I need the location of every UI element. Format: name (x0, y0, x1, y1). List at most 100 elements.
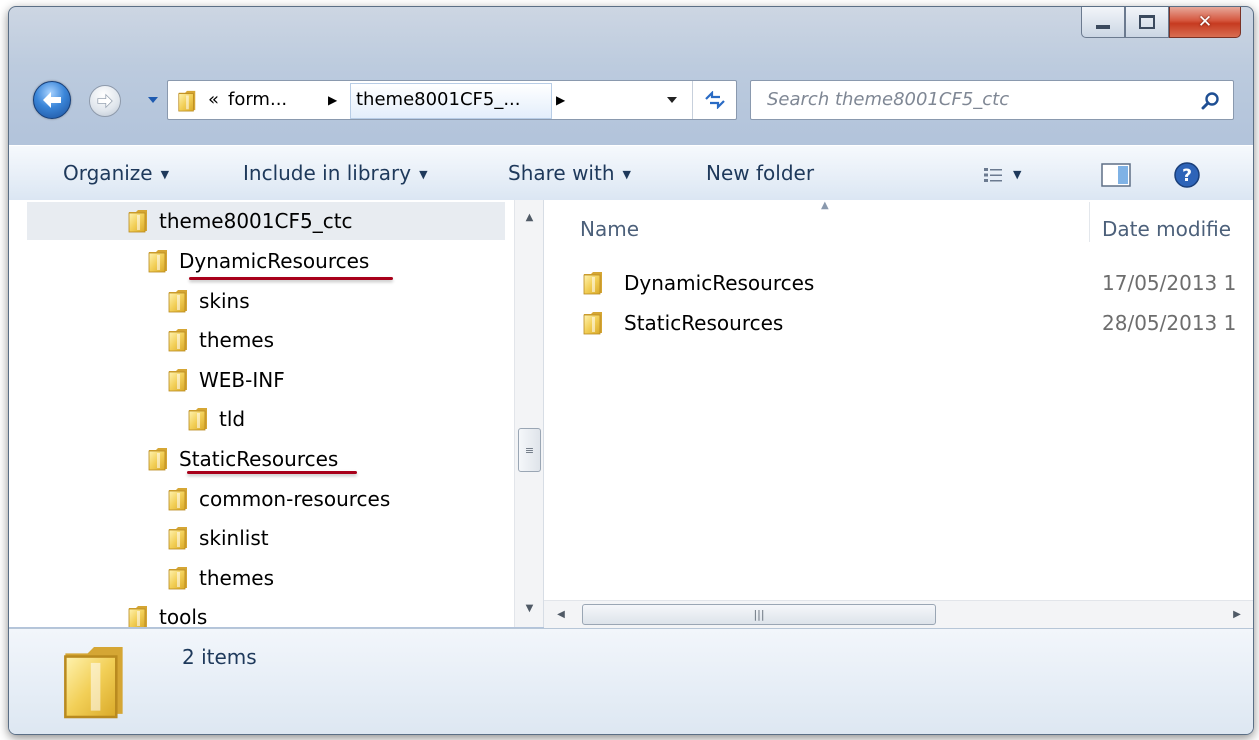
folder-icon (167, 566, 189, 590)
folder-icon (167, 289, 189, 313)
recent-pages-dropdown[interactable] (147, 95, 159, 105)
command-bar: Organize ▼ Include in library ▼ Share with… (9, 145, 1253, 201)
file-date: 17/05/2013 1 (1102, 271, 1237, 295)
back-arrow-icon (43, 92, 61, 108)
staticresources-underline (187, 471, 357, 474)
refresh-icon (705, 91, 725, 109)
scroll-thumb[interactable]: ≡ (518, 428, 541, 472)
scroll-down-icon[interactable]: ▼ (515, 595, 544, 621)
folder-icon (187, 407, 209, 431)
tree-item-dynamicresources[interactable]: DynamicResources (147, 242, 369, 280)
maximize-icon (1139, 15, 1155, 29)
search-box[interactable]: Search theme8001CF5_ctc (750, 80, 1234, 120)
forward-arrow-icon (97, 93, 113, 109)
tree-item-label: skins (199, 289, 250, 313)
minimize-button[interactable] (1081, 7, 1125, 38)
folder-icon (167, 487, 189, 511)
maximize-button[interactable] (1125, 7, 1169, 38)
tree-item-web-inf[interactable]: WEB-INF (167, 361, 285, 399)
tree-item-label: themes (199, 566, 275, 590)
breadcrumb-current[interactable]: theme8001CF5_... (356, 81, 521, 119)
explorer-window: ✕ « form... ▶ theme8001CF5_... ▶ Search … (8, 6, 1254, 735)
tree-item-label: common-resources (199, 487, 391, 511)
breadcrumb-arrow-icon[interactable]: ▶ (556, 81, 565, 119)
item-count: 2 items (182, 645, 257, 669)
caption-buttons: ✕ (1081, 7, 1241, 43)
folder-icon (167, 368, 189, 392)
tree-item-label: skinlist (199, 526, 269, 550)
folder-icon (176, 90, 198, 112)
main-content: theme8001CF5_ctc DynamicResources skins … (9, 200, 1253, 628)
folder-icon (147, 249, 169, 273)
navigation-pane: theme8001CF5_ctc DynamicResources skins … (9, 200, 514, 627)
organize-label: Organize (63, 161, 153, 185)
file-row[interactable]: DynamicResources 17/05/2013 1 (582, 263, 1253, 303)
details-view-icon (984, 167, 1002, 182)
file-name: DynamicResources (624, 271, 815, 295)
back-button[interactable] (33, 81, 71, 119)
include-in-library-button[interactable]: Include in library ▼ (243, 146, 428, 200)
address-dropdown-button[interactable] (654, 81, 690, 119)
tree-item-tld[interactable]: tld (187, 400, 245, 438)
folder-icon (147, 447, 169, 471)
tree-item-label: tld (219, 407, 246, 431)
dynamicresources-underline (189, 277, 393, 280)
folder-icon (127, 605, 149, 627)
navigation-scrollbar[interactable]: ▲ ≡ ▼ (514, 200, 544, 627)
preview-pane-button[interactable] (1101, 146, 1131, 200)
scroll-right-icon[interactable]: ▶ (1224, 601, 1250, 628)
tree-item-label: StaticResources (179, 447, 339, 471)
breadcrumb-arrow-icon[interactable]: ▶ (328, 81, 337, 119)
chevron-down-icon: ▼ (419, 168, 428, 181)
tree-item-label: DynamicResources (179, 249, 370, 273)
file-list-scrollbar[interactable]: ◀ ||| ▶ (544, 600, 1253, 628)
scroll-left-icon[interactable]: ◀ (548, 601, 574, 628)
help-button[interactable]: ? (1173, 146, 1201, 200)
close-button[interactable]: ✕ (1169, 7, 1241, 38)
tree-item-theme8001cf5-ctc[interactable]: theme8001CF5_ctc (127, 202, 353, 240)
search-icon[interactable] (1201, 91, 1221, 111)
folder-icon (127, 209, 149, 233)
tree-item-skins[interactable]: skins (167, 282, 250, 320)
folder-icon (582, 271, 604, 295)
large-folder-icon (59, 639, 129, 725)
folder-icon (167, 328, 189, 352)
address-bar[interactable]: « form... ▶ theme8001CF5_... ▶ (167, 80, 737, 120)
tree-item-common-resources[interactable]: common-resources (167, 480, 390, 518)
refresh-button[interactable] (692, 81, 737, 119)
tree-item-skinlist[interactable]: skinlist (167, 519, 269, 557)
chevron-down-icon (667, 97, 677, 103)
tree-item-themes[interactable]: themes (167, 559, 274, 597)
new-folder-button[interactable]: New folder (706, 146, 814, 200)
column-header-name[interactable]: Name (580, 208, 639, 250)
tree-item-label: themes (199, 328, 275, 352)
tree-item-label: theme8001CF5_ctc (159, 209, 353, 233)
column-header-date-modified[interactable]: Date modifie (1102, 208, 1231, 250)
file-list-pane: ▲ Name Date modifie DynamicResources 17/… (543, 200, 1253, 628)
forward-button[interactable] (89, 85, 121, 117)
scroll-up-icon[interactable]: ▲ (515, 204, 544, 230)
svg-text:?: ? (1182, 166, 1192, 186)
folder-icon (582, 311, 604, 335)
chevron-down-icon: ▼ (622, 168, 631, 181)
tree-item-themes[interactable]: themes (167, 321, 274, 359)
breadcrumb-overflow[interactable]: « (208, 81, 219, 119)
column-divider[interactable] (1089, 202, 1090, 242)
details-pane: 2 items (9, 628, 1253, 734)
tree-item-label: WEB-INF (199, 368, 285, 392)
file-row[interactable]: StaticResources 28/05/2013 1 (582, 303, 1253, 343)
search-input[interactable]: Search theme8001CF5_ctc (767, 81, 1009, 119)
tree-item-tools[interactable]: tools (127, 598, 207, 627)
close-icon: ✕ (1197, 12, 1213, 32)
change-view-button[interactable]: ▼ (983, 146, 1021, 200)
chevron-down-icon: ▼ (1013, 168, 1022, 181)
breadcrumb-item[interactable]: form... (228, 81, 287, 119)
share-with-button[interactable]: Share with ▼ (508, 146, 631, 200)
share-with-label: Share with (508, 161, 615, 185)
folder-icon (167, 526, 189, 550)
minimize-icon (1096, 25, 1110, 29)
include-in-library-label: Include in library (243, 161, 412, 185)
scroll-thumb[interactable]: ||| (582, 604, 936, 625)
organize-button[interactable]: Organize ▼ (63, 146, 169, 200)
file-name: StaticResources (624, 311, 784, 335)
